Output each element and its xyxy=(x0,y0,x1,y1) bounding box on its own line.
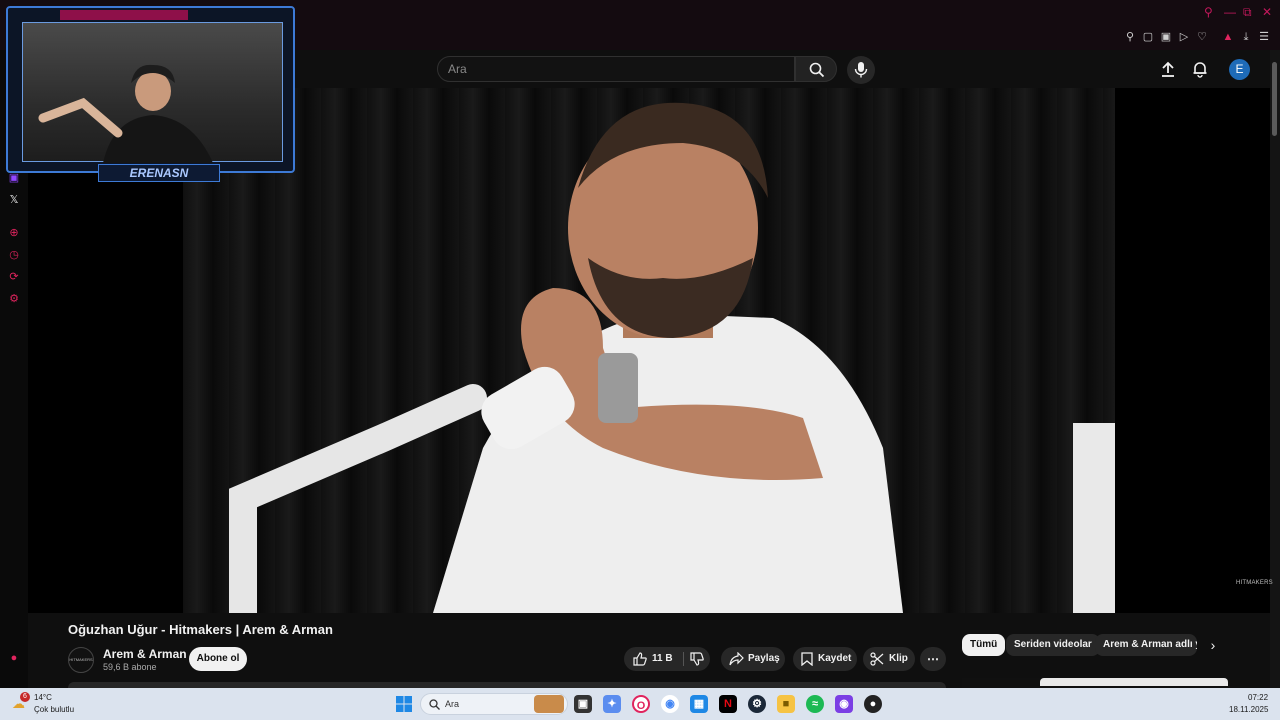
subscribe-button[interactable]: Abone ol xyxy=(189,647,247,671)
copilot-icon[interactable]: ✦ xyxy=(603,695,621,713)
file-explorer-icon[interactable]: ■ xyxy=(777,695,795,713)
scrollbar-thumb[interactable] xyxy=(1272,62,1277,136)
bookmark-icon xyxy=(801,652,813,666)
save-label: Kaydet xyxy=(818,653,852,664)
windows-start-icon[interactable] xyxy=(396,696,412,712)
search-highlight-icon[interactable] xyxy=(534,695,564,713)
share-icon xyxy=(729,652,744,666)
close-icon[interactable]: ✕ xyxy=(1262,5,1272,19)
scissors-icon xyxy=(870,652,884,666)
browser-search-icon[interactable]: ⚲ xyxy=(1204,5,1213,19)
webcam-feed xyxy=(22,22,283,163)
pin-icon[interactable]: ⚲ xyxy=(1124,31,1136,43)
video-frame xyxy=(183,88,1115,613)
netflix-icon[interactable]: N xyxy=(719,695,737,713)
chip-all[interactable]: Tümü xyxy=(962,634,1006,656)
logo-icon[interactable]: ● xyxy=(6,650,22,666)
chip-series[interactable]: Seriden videolar xyxy=(1006,634,1100,656)
opera-gx-icon[interactable]: O xyxy=(632,695,650,713)
recommended-thumbnail-image xyxy=(1040,678,1228,686)
clip-button[interactable]: Klip xyxy=(863,647,915,671)
settings-icon[interactable]: ⚙ xyxy=(6,291,22,307)
spotify-icon[interactable]: ≈ xyxy=(806,695,824,713)
webcam-top-accent xyxy=(60,10,188,20)
store-icon[interactable]: ▦ xyxy=(690,695,708,713)
video-title: Oğuzhan Uğur - Hitmakers | Arem & Arman xyxy=(68,622,333,637)
menu-icon[interactable]: ☰ xyxy=(1258,31,1270,43)
taskbar-search-input[interactable]: Ara xyxy=(445,699,459,709)
more-icon: ⋯ xyxy=(927,652,939,666)
webcam-streamer-name: ERENASN xyxy=(98,164,220,182)
share-label: Paylaş xyxy=(748,653,780,664)
sync-icon[interactable]: ⟳ xyxy=(6,269,22,285)
search-icon xyxy=(809,62,825,78)
screenshot-icon[interactable]: ▢ xyxy=(1142,31,1154,43)
video-content xyxy=(229,102,1115,613)
save-button[interactable]: Kaydet xyxy=(793,647,857,671)
clock-date[interactable]: 18.11.2025 xyxy=(1229,705,1268,714)
page-scrollbar[interactable] xyxy=(1270,50,1280,688)
taskbar-search-icon xyxy=(429,699,440,710)
extension-icon[interactable]: ▲ xyxy=(1222,31,1234,43)
dislike-icon[interactable] xyxy=(690,652,704,666)
more-actions-button[interactable]: ⋯ xyxy=(920,647,946,671)
history-icon[interactable]: ◷ xyxy=(6,247,22,263)
like-icon[interactable] xyxy=(633,652,647,666)
chip-channel[interactable]: Arem & Arman adlı yü xyxy=(1095,634,1197,656)
microphone-icon xyxy=(854,62,868,78)
like-count[interactable]: 11 B xyxy=(652,647,673,671)
video-watermark: HITMAKERS xyxy=(1236,580,1273,586)
channel-avatar[interactable]: HITMAKERS xyxy=(68,647,94,673)
clip-label: Klip xyxy=(889,653,908,664)
webcam-overlay: ERENASN xyxy=(6,6,295,182)
weather-condition[interactable]: Çok bulutlu xyxy=(34,705,74,714)
search-box[interactable] xyxy=(437,56,795,82)
search-button[interactable] xyxy=(795,56,837,82)
voice-search-button[interactable] xyxy=(847,56,875,84)
notifications-icon[interactable] xyxy=(1191,60,1209,78)
x-icon[interactable]: 𝕏 xyxy=(6,192,22,208)
task-view-icon[interactable]: ▣ xyxy=(574,695,592,713)
like-divider xyxy=(683,652,684,666)
restore-icon[interactable]: ⧉ xyxy=(1243,5,1252,20)
chevron-right-icon[interactable]: › xyxy=(1205,637,1221,653)
clock-time[interactable]: 07:22 xyxy=(1248,693,1268,702)
app-icon[interactable]: ● xyxy=(864,695,882,713)
temperature[interactable]: 14°C xyxy=(34,693,52,702)
upload-icon[interactable] xyxy=(1159,60,1177,78)
play-icon[interactable]: ▷ xyxy=(1178,31,1190,43)
steam-icon[interactable]: ⚙ xyxy=(748,695,766,713)
shield-icon[interactable]: ▣ xyxy=(1160,31,1172,43)
subscriber-count: 59,6 B abone xyxy=(103,662,157,672)
obs-icon[interactable]: ◉ xyxy=(835,695,853,713)
like-dislike-group: 11 B xyxy=(624,647,710,671)
minimize-icon[interactable]: — xyxy=(1224,5,1236,19)
share-button[interactable]: Paylaş xyxy=(721,647,785,671)
chrome-icon[interactable]: ◉ xyxy=(661,695,679,713)
search-input[interactable]: Ara xyxy=(448,62,467,76)
channel-name[interactable]: Arem & Arman xyxy=(103,647,187,661)
add-icon[interactable]: ⊕ xyxy=(6,225,22,241)
heart-icon[interactable]: ♡ xyxy=(1196,31,1208,43)
webcam-person xyxy=(38,64,213,163)
download-icon[interactable]: ⤓ xyxy=(1240,31,1252,43)
weather-badge: 6 xyxy=(20,692,30,702)
account-avatar[interactable]: E xyxy=(1229,59,1250,80)
